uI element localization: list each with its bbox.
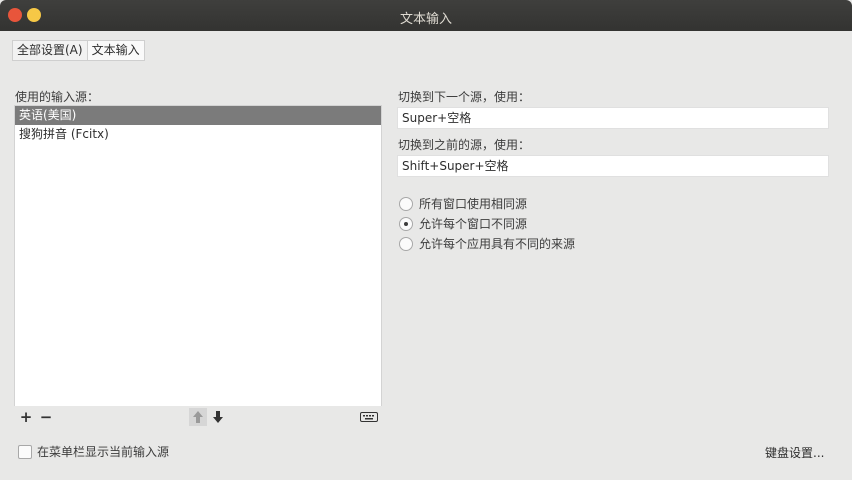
title-bar: 文本输入 bbox=[0, 0, 852, 31]
input-sources-list[interactable]: 英语(美国) 搜狗拼音 (Fcitx) bbox=[14, 105, 382, 408]
keyboard-settings-button[interactable]: 键盘设置... bbox=[765, 444, 824, 461]
window-title: 文本输入 bbox=[399, 12, 452, 27]
plus-icon: + bbox=[19, 408, 33, 426]
minus-icon: − bbox=[39, 408, 53, 426]
show-in-menubar-option[interactable]: 在菜单栏显示当前输入源 bbox=[18, 443, 169, 460]
show-in-menubar-checkbox[interactable] bbox=[18, 444, 32, 459]
radio-label: 所有窗口使用相同源 bbox=[419, 197, 528, 211]
show-in-menubar-label: 在菜单栏显示当前输入源 bbox=[37, 445, 170, 459]
radio-per-application[interactable]: 允许每个应用具有不同的来源 bbox=[399, 235, 575, 252]
remove-source-button[interactable]: − bbox=[37, 408, 55, 426]
radio-label: 允许每个窗口不同源 bbox=[419, 217, 528, 231]
breadcrumb-text-entry[interactable]: 文本输入 bbox=[86, 41, 144, 60]
arrow-up-icon bbox=[193, 411, 203, 423]
keyboard-icon bbox=[360, 412, 378, 422]
input-sources-toolbar: + − bbox=[14, 406, 382, 427]
input-sources-heading: 使用的输入源： bbox=[15, 90, 100, 104]
next-source-shortcut-field[interactable]: Super+空格 bbox=[397, 107, 829, 129]
arrow-down-icon bbox=[213, 411, 223, 423]
breadcrumb-all-settings[interactable]: 全部设置(A) bbox=[13, 41, 87, 60]
add-source-button[interactable]: + bbox=[17, 408, 35, 426]
move-down-button[interactable] bbox=[209, 408, 227, 426]
radio-per-window[interactable]: 允许每个窗口不同源 bbox=[399, 215, 527, 232]
radio-button[interactable] bbox=[399, 216, 413, 231]
keyboard-layout-button[interactable] bbox=[360, 408, 378, 426]
breadcrumb: 全部设置(A) 文本输入 bbox=[12, 40, 145, 61]
radio-button[interactable] bbox=[399, 236, 413, 251]
move-up-button[interactable] bbox=[189, 408, 207, 426]
radio-button[interactable] bbox=[399, 196, 413, 211]
list-item[interactable]: 英语(美国) bbox=[15, 106, 381, 125]
previous-source-shortcut-field[interactable]: Shift+Super+空格 bbox=[397, 155, 829, 177]
previous-source-label: 切换到之前的源，使用： bbox=[398, 138, 531, 152]
radio-label: 允许每个应用具有不同的来源 bbox=[419, 237, 576, 251]
radio-same-source[interactable]: 所有窗口使用相同源 bbox=[399, 195, 527, 212]
next-source-label: 切换到下一个源，使用： bbox=[398, 90, 531, 104]
list-item[interactable]: 搜狗拼音 (Fcitx) bbox=[15, 125, 381, 144]
